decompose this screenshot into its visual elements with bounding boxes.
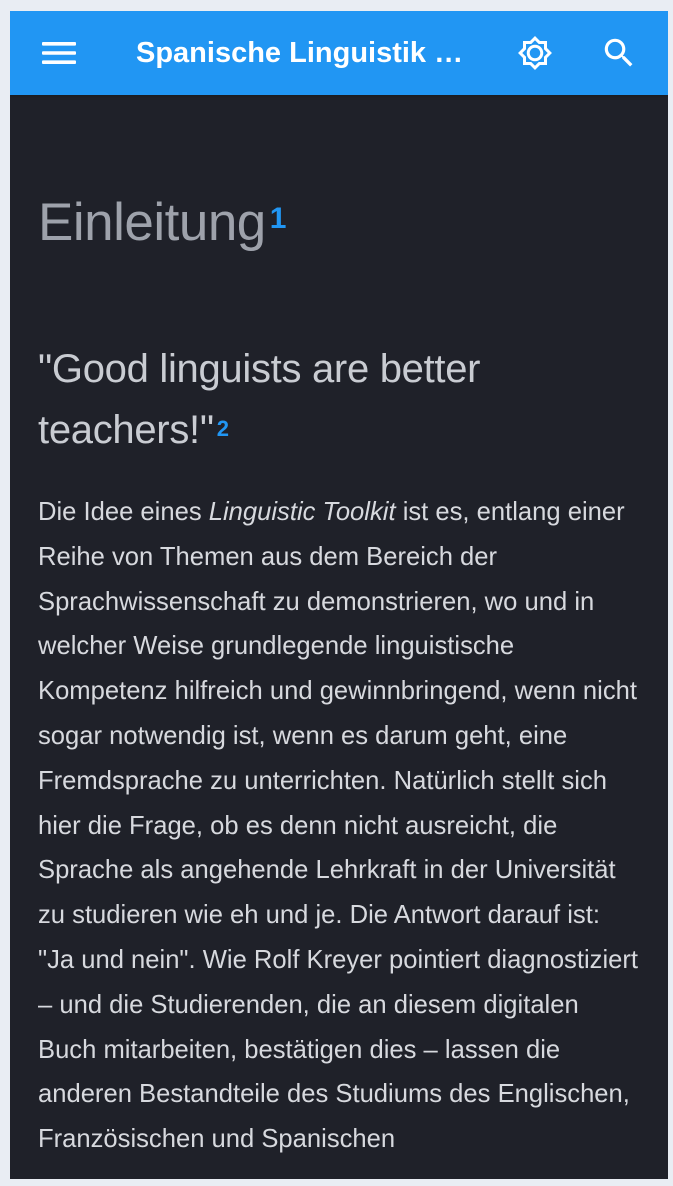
hamburger-menu-icon (42, 42, 76, 64)
app-title: Spanische Linguistik … (136, 37, 464, 69)
section-heading-text: "Good linguists are better teachers!" (38, 347, 481, 452)
page-heading: Einleitung 1 (38, 193, 286, 253)
menu-button[interactable] (31, 11, 87, 95)
theme-toggle-button[interactable] (507, 11, 563, 95)
paragraph-rest: ist es, entlang einer Reihe von Themen a… (38, 498, 639, 1154)
section-heading: "Good linguists are better teachers!" 2 (38, 339, 638, 461)
paragraph-intro: Die Idee eines (38, 498, 209, 526)
paragraph-emphasis: Linguistic Toolkit (208, 498, 396, 526)
top-app-bar: Spanische Linguistik … (10, 11, 668, 95)
footnote-link-2[interactable]: 2 (217, 416, 229, 441)
body-paragraph: Die Idee eines Linguistic Toolkit ist es… (38, 490, 642, 1162)
heading-text: Einleitung (38, 193, 266, 252)
search-icon (604, 38, 633, 67)
brightness-icon (518, 36, 552, 70)
app-screen: Spanische Linguistik … Einleitung 1 "Good… (10, 11, 668, 1179)
footnote-link-1[interactable]: 1 (270, 202, 287, 235)
search-button[interactable] (591, 11, 647, 95)
